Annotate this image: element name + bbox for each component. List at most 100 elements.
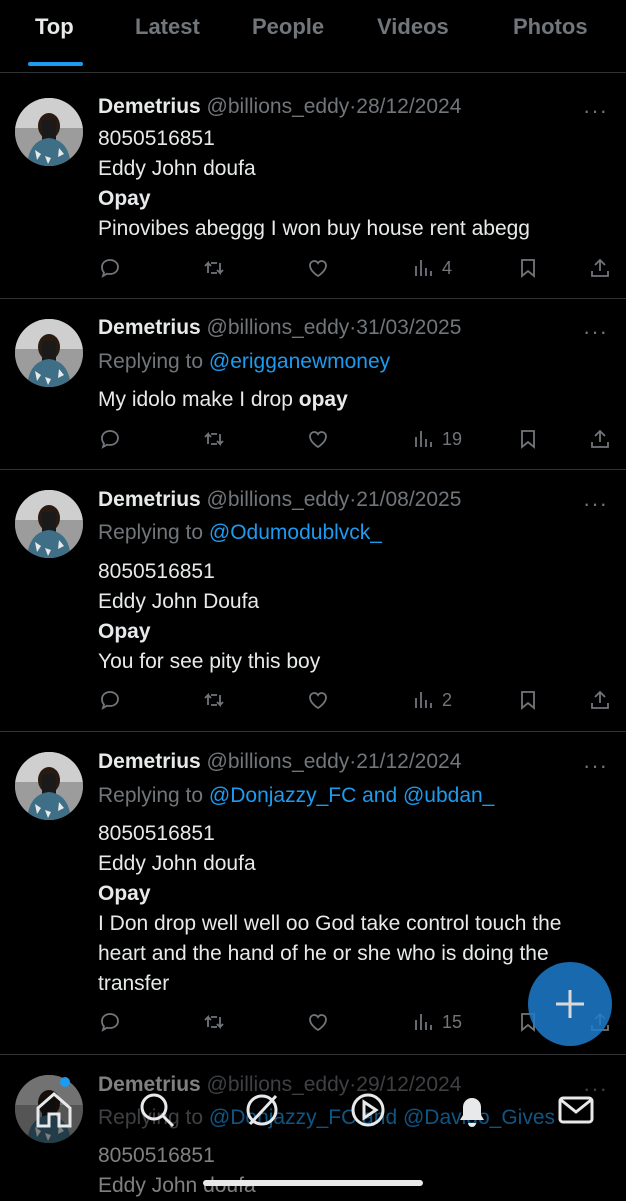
reply-icon xyxy=(101,691,119,710)
handle[interactable]: @billions_eddy xyxy=(207,95,350,118)
display-name[interactable]: Demetrius xyxy=(98,750,201,773)
tweet-date[interactable]: 28/12/2024 xyxy=(356,95,461,118)
more-options-icon[interactable]: ··· xyxy=(583,98,608,124)
share-icon xyxy=(591,258,609,277)
search-icon[interactable] xyxy=(135,1088,179,1132)
views-button[interactable]: 19 xyxy=(412,427,462,451)
display-name[interactable]: Demetrius xyxy=(98,488,201,511)
share-icon xyxy=(591,690,609,709)
tweet[interactable]: Demetrius @billions_eddy·28/12/2024 ··· … xyxy=(0,80,626,299)
compose-button[interactable] xyxy=(528,962,612,1046)
tweet-text: 8050516851 Eddy John Doufa Opay You for … xyxy=(98,557,608,677)
like-button[interactable] xyxy=(306,256,330,280)
replying-to: Replying to @Odumodublvck_ xyxy=(98,521,382,545)
tweet-header: Demetrius @billions_eddy·21/08/2025 xyxy=(98,488,461,512)
bookmark-button[interactable] xyxy=(516,427,540,451)
views-count: 4 xyxy=(442,257,453,278)
reply-icon xyxy=(101,259,119,278)
tweet-actions: 2 xyxy=(98,688,613,718)
replying-to-label: Replying to xyxy=(98,350,204,373)
video-icon[interactable] xyxy=(346,1088,390,1132)
retweet-icon xyxy=(204,431,224,447)
handle[interactable]: @billions_eddy xyxy=(207,316,350,339)
account-name: Eddy John doufa xyxy=(98,852,256,875)
grok-icon[interactable] xyxy=(240,1088,284,1132)
reply-icon xyxy=(101,1013,119,1032)
tab-top[interactable]: Top xyxy=(35,14,74,40)
account-number: 8050516851 xyxy=(98,822,215,845)
display-name[interactable]: Demetrius xyxy=(98,316,201,339)
mention-link[interactable]: @Odumodublvck_ xyxy=(209,521,382,544)
views-button[interactable]: 4 xyxy=(412,256,452,280)
bottom-navigation xyxy=(0,1060,626,1200)
views-icon xyxy=(415,1014,432,1030)
home-icon[interactable] xyxy=(32,1088,76,1132)
avatar[interactable] xyxy=(15,752,83,820)
retweet-icon xyxy=(204,692,224,708)
handle[interactable]: @billions_eddy xyxy=(207,750,350,773)
heart-icon xyxy=(309,431,327,449)
tab-people[interactable]: People xyxy=(252,14,324,40)
like-button[interactable] xyxy=(306,688,330,712)
compose-plus-icon xyxy=(556,990,584,1018)
bank-name: Opay xyxy=(98,187,151,210)
tab-videos[interactable]: Videos xyxy=(377,14,449,40)
views-count: 15 xyxy=(442,1011,463,1032)
tweet-actions: 19 xyxy=(98,427,613,457)
reply-button[interactable] xyxy=(98,256,122,280)
reply-button[interactable] xyxy=(98,688,122,712)
more-options-icon[interactable]: ··· xyxy=(583,753,608,779)
tab-photos[interactable]: Photos xyxy=(513,14,588,40)
retweet-button[interactable] xyxy=(202,688,226,712)
mail-icon[interactable] xyxy=(554,1088,598,1132)
account-name: Eddy John doufa xyxy=(98,157,256,180)
like-button[interactable] xyxy=(306,1010,330,1034)
bookmark-button[interactable] xyxy=(516,256,540,280)
avatar[interactable] xyxy=(15,490,83,558)
mention-link[interactable]: @erigganewmoney xyxy=(209,350,390,373)
retweet-button[interactable] xyxy=(202,256,226,280)
tweet[interactable]: Demetrius @billions_eddy·21/08/2025 ··· … xyxy=(0,470,626,732)
replying-to: Replying to @erigganewmoney xyxy=(98,350,390,374)
tweet[interactable]: Demetrius @billions_eddy·31/03/2025 ··· … xyxy=(0,299,626,470)
reply-button[interactable] xyxy=(98,427,122,451)
tab-latest[interactable]: Latest xyxy=(135,14,200,40)
mention-link[interactable]: @Donjazzy_FC and @ubdan_ xyxy=(209,784,494,807)
views-icon xyxy=(415,431,432,447)
reply-button[interactable] xyxy=(98,1010,122,1034)
like-button[interactable] xyxy=(306,427,330,451)
tweet-date[interactable]: 31/03/2025 xyxy=(356,316,461,339)
more-options-icon[interactable]: ··· xyxy=(583,319,608,345)
replying-to-label: Replying to xyxy=(98,784,204,807)
account-number: 8050516851 xyxy=(98,560,215,583)
views-button[interactable]: 15 xyxy=(412,1010,462,1034)
views-icon xyxy=(415,260,432,276)
handle[interactable]: @billions_eddy xyxy=(207,488,350,511)
bookmark-icon xyxy=(521,430,535,449)
avatar[interactable] xyxy=(15,319,83,387)
views-count: 19 xyxy=(442,428,463,449)
bookmark-button[interactable] xyxy=(516,688,540,712)
share-button[interactable] xyxy=(588,688,612,712)
account-name: Eddy John Doufa xyxy=(98,590,260,613)
notification-dot xyxy=(60,1077,70,1087)
bell-icon[interactable] xyxy=(450,1088,494,1132)
tweet-text: 8050516851 Eddy John doufa Opay I Don dr… xyxy=(98,819,608,999)
share-button[interactable] xyxy=(588,256,612,280)
bank-name: opay xyxy=(298,388,348,411)
retweet-button[interactable] xyxy=(202,1010,226,1034)
share-button[interactable] xyxy=(588,427,612,451)
avatar[interactable] xyxy=(15,98,83,166)
heart-icon xyxy=(309,260,327,278)
tweet-date[interactable]: 21/08/2025 xyxy=(356,488,461,511)
display-name[interactable]: Demetrius xyxy=(98,95,201,118)
tweet-header: Demetrius @billions_eddy·21/12/2024 xyxy=(98,750,461,774)
tweet-text: My idolo make I drop opay xyxy=(98,385,608,415)
views-button[interactable]: 2 xyxy=(412,688,452,712)
more-options-icon[interactable]: ··· xyxy=(583,491,608,517)
tweet-header: Demetrius @billions_eddy·28/12/2024 xyxy=(98,95,461,119)
retweet-button[interactable] xyxy=(202,427,226,451)
tweet-text: 8050516851 Eddy John doufa Opay Pinovibe… xyxy=(98,124,608,244)
tweet-date[interactable]: 21/12/2024 xyxy=(356,750,461,773)
heart-icon xyxy=(309,1014,327,1032)
